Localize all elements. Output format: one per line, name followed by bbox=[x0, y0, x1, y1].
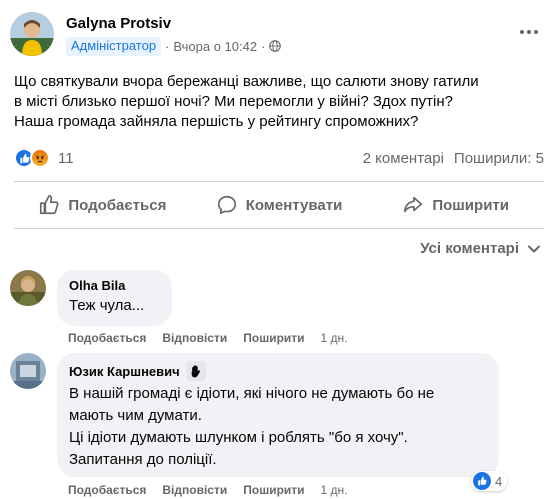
post-text-line: Що святкували вчора бережанці важливе, щ… bbox=[14, 73, 479, 90]
comment-share-link[interactable]: Поширити bbox=[243, 483, 304, 497]
comment-reaction-count: 4 bbox=[495, 473, 503, 489]
angry-icon bbox=[30, 148, 50, 168]
meta-separator-2: · bbox=[261, 38, 266, 54]
post-text: Що святкували вчора бережанці важливе, щ… bbox=[14, 72, 544, 132]
comment-bubble: Юзик Каршневич В нашій громаді є ідіоти,… bbox=[57, 353, 499, 477]
author-avatar[interactable] bbox=[10, 12, 54, 56]
post-stats: 11 2 коментарі Поширили: 5 bbox=[14, 146, 544, 170]
like-icon bbox=[473, 472, 491, 490]
comment-text-line: Ці ідіоти думають шлунком і роблять "бо … bbox=[69, 429, 408, 446]
commenter-avatar[interactable] bbox=[10, 270, 46, 306]
comment-actions: Подобається Відповісти Поширити 1 дн. bbox=[68, 331, 348, 345]
comment-actions: Подобається Відповісти Поширити 1 дн. bbox=[68, 483, 348, 497]
share-arrow-icon bbox=[404, 196, 423, 213]
comment-text-line: Запитання до поліції. bbox=[69, 451, 217, 468]
admin-badge: Адміністратор bbox=[66, 36, 162, 56]
comment-bubble-icon bbox=[217, 195, 236, 215]
avatar-image bbox=[10, 353, 46, 389]
like-button[interactable]: Подобається bbox=[14, 187, 191, 223]
commenter-name[interactable]: Olha Bila bbox=[69, 278, 160, 293]
comment-button[interactable]: Коментувати bbox=[191, 187, 368, 223]
divider-top bbox=[14, 181, 544, 182]
divider-bottom bbox=[14, 228, 544, 229]
comment-button-label: Коментувати bbox=[245, 196, 343, 214]
commenter-avatar[interactable] bbox=[10, 353, 46, 389]
comment-bubble: Olha Bila Теж чула... bbox=[57, 270, 172, 326]
comment-share-link[interactable]: Поширити bbox=[243, 331, 304, 345]
comment-reactions[interactable]: 4 bbox=[471, 471, 508, 491]
comment-reply-link[interactable]: Відповісти bbox=[162, 483, 227, 497]
avatar-image bbox=[10, 12, 54, 56]
reaction-count[interactable]: 11 bbox=[58, 150, 74, 167]
comments-count[interactable]: 2 коментарі bbox=[363, 150, 444, 167]
comment-text-line: Теж чула... bbox=[69, 297, 145, 314]
engagement-counts: 2 коментарі Поширили: 5 bbox=[363, 150, 544, 167]
post-meta: Адміністратор · Вчора о 10:42 · bbox=[66, 36, 282, 56]
avatar-image bbox=[10, 270, 46, 306]
chevron-down-icon bbox=[528, 245, 540, 252]
comment-timestamp[interactable]: 1 дн. bbox=[321, 331, 348, 345]
comment-like-link[interactable]: Подобається bbox=[68, 483, 146, 497]
post-header: Galyna Protsiv Адміністратор · Вчора о 1… bbox=[10, 12, 547, 62]
comments-sort-label: Усі коментарі bbox=[420, 240, 519, 257]
globe-icon bbox=[269, 40, 282, 52]
post-actions: Подобається Коментувати Поширити bbox=[14, 187, 544, 223]
comment-like-link[interactable]: Подобається bbox=[68, 331, 146, 345]
commenter-name-row: Юзик Каршневич bbox=[69, 361, 487, 381]
comment-item: Юзик Каршневич В нашій громаді є ідіоти,… bbox=[10, 353, 547, 478]
more-options-icon[interactable] bbox=[515, 18, 543, 46]
meta-separator: · bbox=[165, 38, 170, 54]
comments-sort-dropdown[interactable]: Усі коментарі bbox=[420, 240, 541, 257]
like-button-label: Подобається bbox=[68, 196, 167, 214]
comment-text-line: мають чим думати. bbox=[69, 407, 202, 424]
comment-text-line: В нашій громаді є ідіоти, які нічого не … bbox=[69, 385, 435, 402]
share-button[interactable]: Поширити bbox=[367, 187, 544, 223]
thumbs-up-icon bbox=[40, 195, 59, 215]
share-button-label: Поширити bbox=[432, 196, 509, 214]
comment-reply-link[interactable]: Відповісти bbox=[162, 331, 227, 345]
post-timestamp[interactable]: Вчора о 10:42 bbox=[173, 39, 257, 54]
post-text-line: в місті близько першої ночі? Ми перемогл… bbox=[14, 93, 453, 110]
shares-count[interactable]: Поширили: 5 bbox=[454, 150, 544, 167]
waving-hand-icon bbox=[185, 361, 206, 381]
post-text-line: Наша громада зайняла першість у рейтингу… bbox=[14, 113, 419, 130]
reactions-summary[interactable]: 11 bbox=[14, 148, 74, 168]
commenter-name[interactable]: Юзик Каршневич bbox=[69, 364, 180, 379]
comment-timestamp[interactable]: 1 дн. bbox=[321, 483, 348, 497]
post-author-name[interactable]: Galyna Protsiv bbox=[66, 15, 171, 32]
